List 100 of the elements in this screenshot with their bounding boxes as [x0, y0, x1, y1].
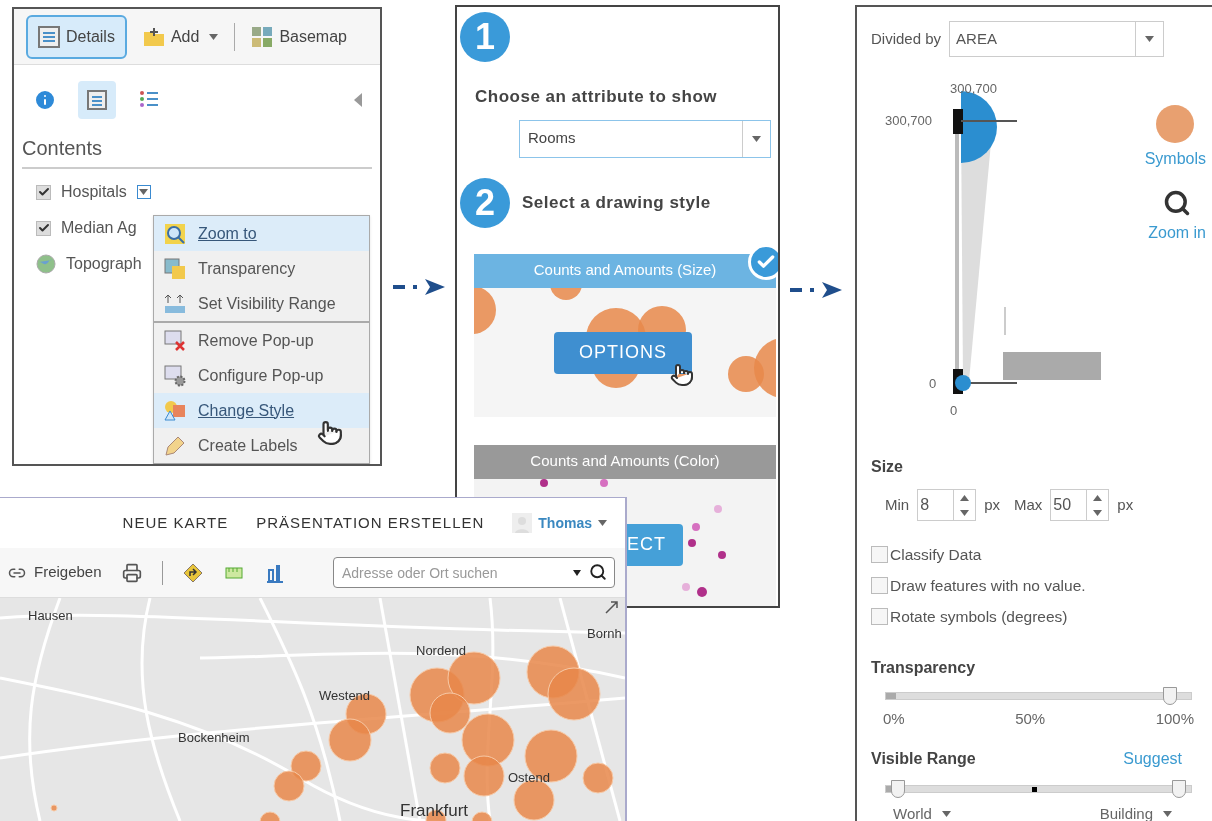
directions-icon[interactable]: [182, 562, 203, 583]
checkbox-label: Classify Data: [890, 544, 982, 565]
layer-name: Hospitals: [61, 182, 127, 202]
slider-thumb[interactable]: [891, 779, 906, 798]
step-title: Select a drawing style: [522, 191, 711, 214]
popup-gear-icon: [164, 364, 186, 387]
bubble: [550, 287, 582, 300]
menu-item[interactable]: Configure Pop-up: [154, 358, 369, 393]
step-number: 2: [460, 177, 510, 228]
nav-link[interactable]: NEUE KARTE: [122, 511, 229, 535]
map-dot: [540, 478, 548, 487]
axis-value: 0: [929, 375, 937, 393]
slider-thumb[interactable]: [1162, 687, 1177, 705]
number-spinner[interactable]: 8: [917, 489, 977, 521]
section-heading: Transparency: [871, 658, 977, 678]
checkbox[interactable]: [871, 608, 888, 625]
caret-icon: [1163, 810, 1172, 817]
section-heading: Visible Range: [871, 748, 976, 769]
map-dot: [688, 538, 696, 547]
user-menu[interactable]: Thomas: [512, 512, 607, 534]
checkbox[interactable]: [871, 546, 888, 563]
caret-icon: [598, 520, 607, 526]
grid-icon: [251, 25, 274, 48]
field-label: Max: [1014, 494, 1043, 515]
scale-dropdown[interactable]: Building: [1099, 802, 1172, 821]
map-dot: [682, 582, 690, 591]
details-icon: [38, 25, 60, 48]
layer-name: Topograph: [66, 254, 142, 274]
menu-item[interactable]: Zoom to: [154, 216, 369, 251]
contents-icon: [86, 89, 108, 111]
search-icon[interactable]: [589, 563, 607, 581]
menu-item[interactable]: Transparency: [154, 251, 369, 286]
divided-by-select[interactable]: AREA: [949, 21, 1165, 57]
caret-icon: [139, 189, 149, 195]
toolbar-button[interactable]: Basemap: [251, 14, 347, 59]
menu-item[interactable]: Create Labels: [154, 428, 369, 463]
popup-remove-icon: [164, 329, 186, 352]
map-dot: [692, 522, 700, 531]
avatar-icon: [512, 513, 533, 533]
caret-icon: [209, 33, 219, 40]
axis-value: 0: [950, 402, 958, 420]
range-icon: [164, 292, 186, 315]
section-heading: Contents: [22, 133, 372, 169]
print-icon[interactable]: [121, 562, 142, 583]
layer-menu-toggle[interactable]: [136, 185, 151, 199]
bubble: [474, 287, 496, 334]
attribute-select[interactable]: Rooms: [519, 119, 771, 158]
magnifier-icon: [164, 222, 186, 245]
place-label: Bockenheim: [178, 729, 250, 747]
midpoint-marker: [1032, 786, 1038, 792]
search-field[interactable]: Adresse oder Ort suchen: [333, 557, 615, 588]
map-dot: [600, 478, 608, 487]
map-dot: [697, 586, 707, 597]
map-dot: [718, 550, 726, 559]
caret-icon: [1145, 36, 1155, 42]
field-label: Divided by: [871, 28, 942, 49]
place-label: Bornh: [587, 625, 622, 643]
slider-thumb[interactable]: [1171, 779, 1186, 798]
menu-item[interactable]: Set Visibility Range: [154, 286, 369, 321]
dashed-arrow: [393, 278, 445, 296]
nav-link[interactable]: PRÄSENTATION ERSTELLEN: [256, 511, 485, 535]
view-tab[interactable]: [78, 81, 116, 119]
scale-dropdown[interactable]: World: [893, 802, 951, 821]
min-size-symbol: [955, 375, 971, 391]
toolbar-button[interactable]: Add: [142, 14, 219, 59]
caret-icon: [752, 135, 761, 142]
options-button[interactable]: OPTIONS: [554, 331, 692, 374]
place-label: Westend: [319, 687, 371, 705]
checkbox[interactable]: [36, 184, 51, 200]
slider-handle[interactable]: [953, 109, 963, 134]
toolbar-button[interactable]: Details: [26, 14, 127, 59]
bookmark-chart-icon[interactable]: [264, 562, 285, 583]
hand-cursor-icon: [670, 362, 694, 387]
layers-icon: [164, 257, 186, 280]
share-button[interactable]: Freigeben: [8, 561, 102, 584]
map-dot: [714, 504, 722, 513]
unit-label: px: [1117, 494, 1134, 515]
section-heading: Size: [871, 457, 904, 477]
collapse-icon[interactable]: [354, 93, 362, 107]
axis-value: 300,700: [950, 80, 997, 98]
layer-name: Median Ag: [61, 218, 137, 238]
place-label: Nordend: [416, 642, 466, 660]
caret-icon: [573, 570, 581, 576]
info-icon: [33, 88, 57, 112]
checkbox[interactable]: [871, 577, 888, 594]
shapes-icon: [164, 399, 186, 422]
checkbox[interactable]: [36, 220, 51, 236]
place-label: Hausen: [28, 607, 73, 625]
tick-label: 0%: [883, 709, 905, 729]
field-label: Min: [885, 494, 910, 515]
axis-value: 300,700: [885, 112, 932, 130]
folder-plus-icon: [142, 26, 165, 47]
number-spinner[interactable]: 50: [1050, 489, 1110, 521]
menu-item[interactable]: Change Style: [154, 393, 369, 428]
checkbox-label: Draw features with no value.: [890, 575, 1086, 596]
menu-item[interactable]: Remove Pop-up: [154, 323, 369, 358]
checkbox-label: Rotate symbols (degrees): [890, 606, 1068, 627]
expand-icon[interactable]: [605, 600, 619, 614]
place-label: Frankfurt: [400, 800, 469, 821]
caret-icon: [941, 810, 951, 817]
